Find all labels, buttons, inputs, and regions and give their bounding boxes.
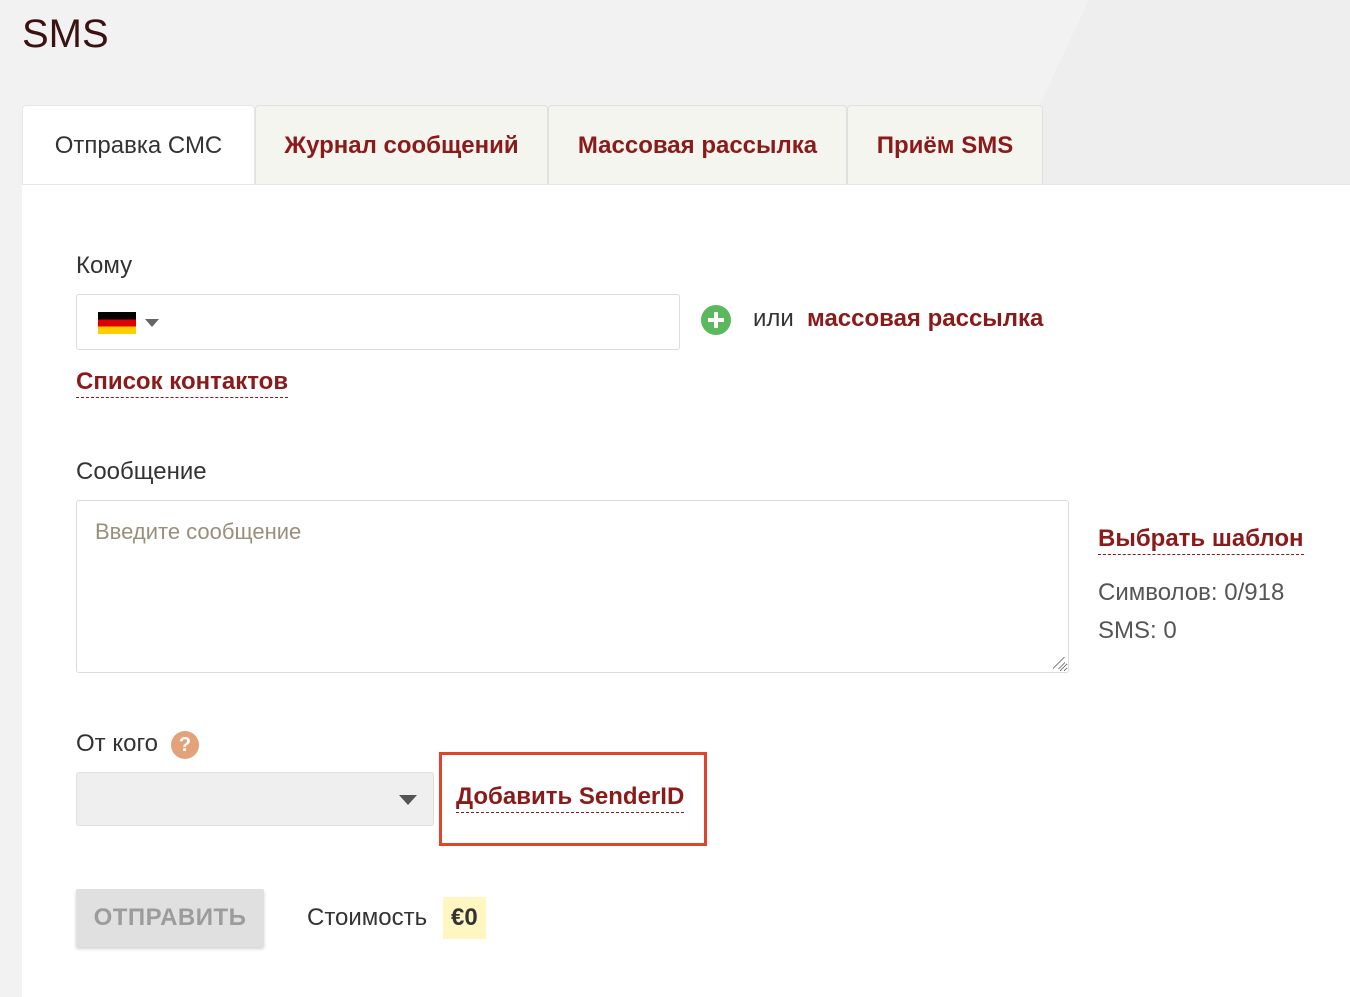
tab-message-log[interactable]: Журнал сообщений [255,105,548,185]
bulk-sending-link[interactable]: массовая рассылка [807,305,1043,333]
to-label: Кому [76,252,133,279]
germany-flag-icon[interactable] [98,312,136,334]
sender-select[interactable] [76,772,434,826]
choose-template-link[interactable]: Выбрать шаблон [1098,524,1304,555]
send-button[interactable]: ОТПРАВИТЬ [76,889,264,947]
tab-bulk-sending[interactable]: Массовая рассылка [548,105,847,185]
tab-send-sms[interactable]: Отправка СМС [22,105,255,185]
message-textarea[interactable] [76,500,1069,673]
add-recipient-icon[interactable] [701,305,731,335]
tab-bar: Отправка СМС Журнал сообщений Массовая р… [22,105,1043,185]
add-senderid-link[interactable]: Добавить SenderID [456,782,685,813]
message-label: Сообщение [76,458,207,485]
characters-counter: Символов: 0/918 [1098,579,1285,606]
chevron-down-icon [399,795,417,805]
phone-number-input[interactable] [172,301,671,345]
contacts-list-link[interactable]: Список контактов [76,367,289,398]
cost-label: Стоимость [307,904,428,931]
page-title: SMS [22,12,109,56]
tab-receive-sms[interactable]: Приём SMS [847,105,1043,185]
send-sms-panel: Кому или массовая рассылка Список контак… [22,184,1350,997]
from-label: От кого [76,730,159,757]
resize-handle-icon[interactable] [1053,657,1065,669]
phone-input-group [76,294,680,350]
chevron-down-icon[interactable] [145,319,159,327]
question-icon[interactable]: ? [171,731,199,759]
sms-counter: SMS: 0 [1098,617,1177,644]
cost-value: €0 [443,897,486,939]
or-text: или [753,305,794,332]
